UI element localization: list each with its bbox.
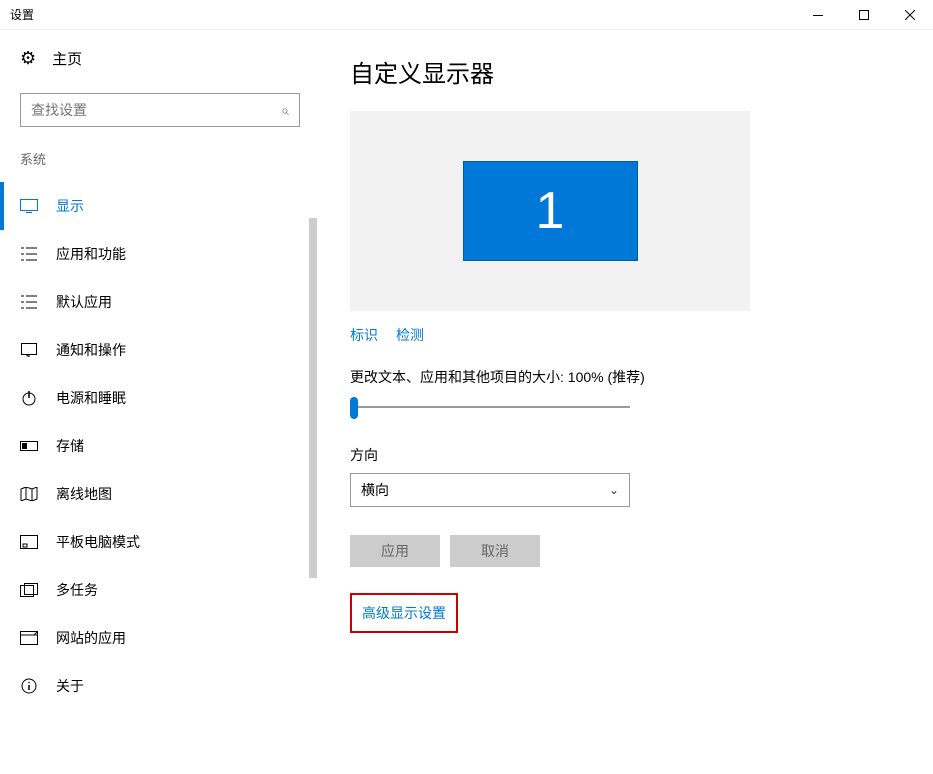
scale-label: 更改文本、应用和其他项目的大小: 100% (推荐): [350, 367, 903, 387]
monitor-1[interactable]: 1: [463, 161, 638, 261]
sidebar-item-label: 应用和功能: [56, 244, 126, 264]
sidebar-item-about[interactable]: 关于: [0, 662, 320, 710]
sidebar-item-power[interactable]: 电源和睡眠: [0, 374, 320, 422]
apply-button[interactable]: 应用: [350, 535, 440, 567]
scrollbar-thumb[interactable]: [309, 218, 317, 578]
sidebar-item-tablet[interactable]: 平板电脑模式: [0, 518, 320, 566]
search-field[interactable]: [31, 102, 281, 118]
window-title: 设置: [10, 6, 34, 23]
close-icon: [905, 10, 915, 20]
web-icon: [20, 631, 38, 645]
sidebar: ⚙ 主页 ⌕ 系统 显示 应用和功能 默认应用: [0, 30, 320, 774]
orientation-select[interactable]: 横向 ⌄: [350, 473, 630, 507]
minimize-icon: [813, 15, 823, 16]
sidebar-item-label: 通知和操作: [56, 340, 126, 360]
identify-link[interactable]: 标识: [350, 325, 378, 345]
display-preview: 1: [350, 111, 750, 311]
maximize-icon: [859, 10, 869, 20]
advanced-link-highlight: 高级显示设置: [350, 593, 458, 633]
sidebar-item-label: 关于: [56, 676, 84, 696]
sidebar-item-label: 离线地图: [56, 484, 112, 504]
sidebar-item-label: 网站的应用: [56, 628, 126, 648]
advanced-display-link[interactable]: 高级显示设置: [362, 605, 446, 621]
sidebar-item-storage[interactable]: 存储: [0, 422, 320, 470]
sidebar-item-label: 平板电脑模式: [56, 532, 140, 552]
slider-thumb[interactable]: [350, 397, 358, 419]
cancel-button[interactable]: 取消: [450, 535, 540, 567]
orientation-label: 方向: [350, 445, 903, 465]
sidebar-item-notifications[interactable]: 通知和操作: [0, 326, 320, 374]
sidebar-item-default-apps[interactable]: 默认应用: [0, 278, 320, 326]
about-icon: [20, 678, 38, 694]
notification-icon: [20, 343, 38, 357]
sidebar-item-web-apps[interactable]: 网站的应用: [0, 614, 320, 662]
display-icon: [20, 199, 38, 213]
page-title: 自定义显示器: [350, 54, 903, 89]
sidebar-item-label: 多任务: [56, 580, 98, 600]
sidebar-scrollbar[interactable]: [306, 210, 320, 774]
title-bar: 设置: [0, 0, 933, 30]
multitask-icon: [20, 583, 38, 597]
maps-icon: [20, 487, 38, 501]
search-icon: ⌕: [281, 102, 289, 119]
storage-icon: [20, 441, 38, 451]
search-input[interactable]: ⌕: [20, 93, 300, 127]
home-button[interactable]: ⚙ 主页: [0, 48, 320, 69]
sidebar-item-label: 显示: [56, 196, 84, 216]
sidebar-item-label: 电源和睡眠: [56, 388, 126, 408]
slider-track: [350, 406, 630, 408]
defaults-icon: [20, 295, 38, 309]
apps-icon: [20, 247, 38, 261]
chevron-down-icon: ⌄: [609, 483, 619, 497]
gear-icon: ⚙: [20, 48, 36, 69]
window-controls: [795, 0, 933, 30]
sidebar-item-label: 存储: [56, 436, 84, 456]
detect-link[interactable]: 检测: [396, 325, 424, 345]
home-label: 主页: [52, 48, 82, 69]
sidebar-item-label: 默认应用: [56, 292, 112, 312]
close-button[interactable]: [887, 0, 933, 30]
section-header: 系统: [0, 145, 320, 182]
sidebar-item-apps[interactable]: 应用和功能: [0, 230, 320, 278]
scale-slider[interactable]: [350, 397, 630, 421]
sidebar-item-maps[interactable]: 离线地图: [0, 470, 320, 518]
sidebar-item-multitask[interactable]: 多任务: [0, 566, 320, 614]
orientation-value: 横向: [361, 480, 389, 500]
tablet-icon: [20, 535, 38, 549]
sidebar-item-display[interactable]: 显示: [0, 182, 320, 230]
main-panel: 自定义显示器 1 标识 检测 更改文本、应用和其他项目的大小: 100% (推荐…: [320, 30, 933, 774]
maximize-button[interactable]: [841, 0, 887, 30]
power-icon: [20, 390, 38, 406]
monitor-number: 1: [536, 181, 565, 241]
minimize-button[interactable]: [795, 0, 841, 30]
